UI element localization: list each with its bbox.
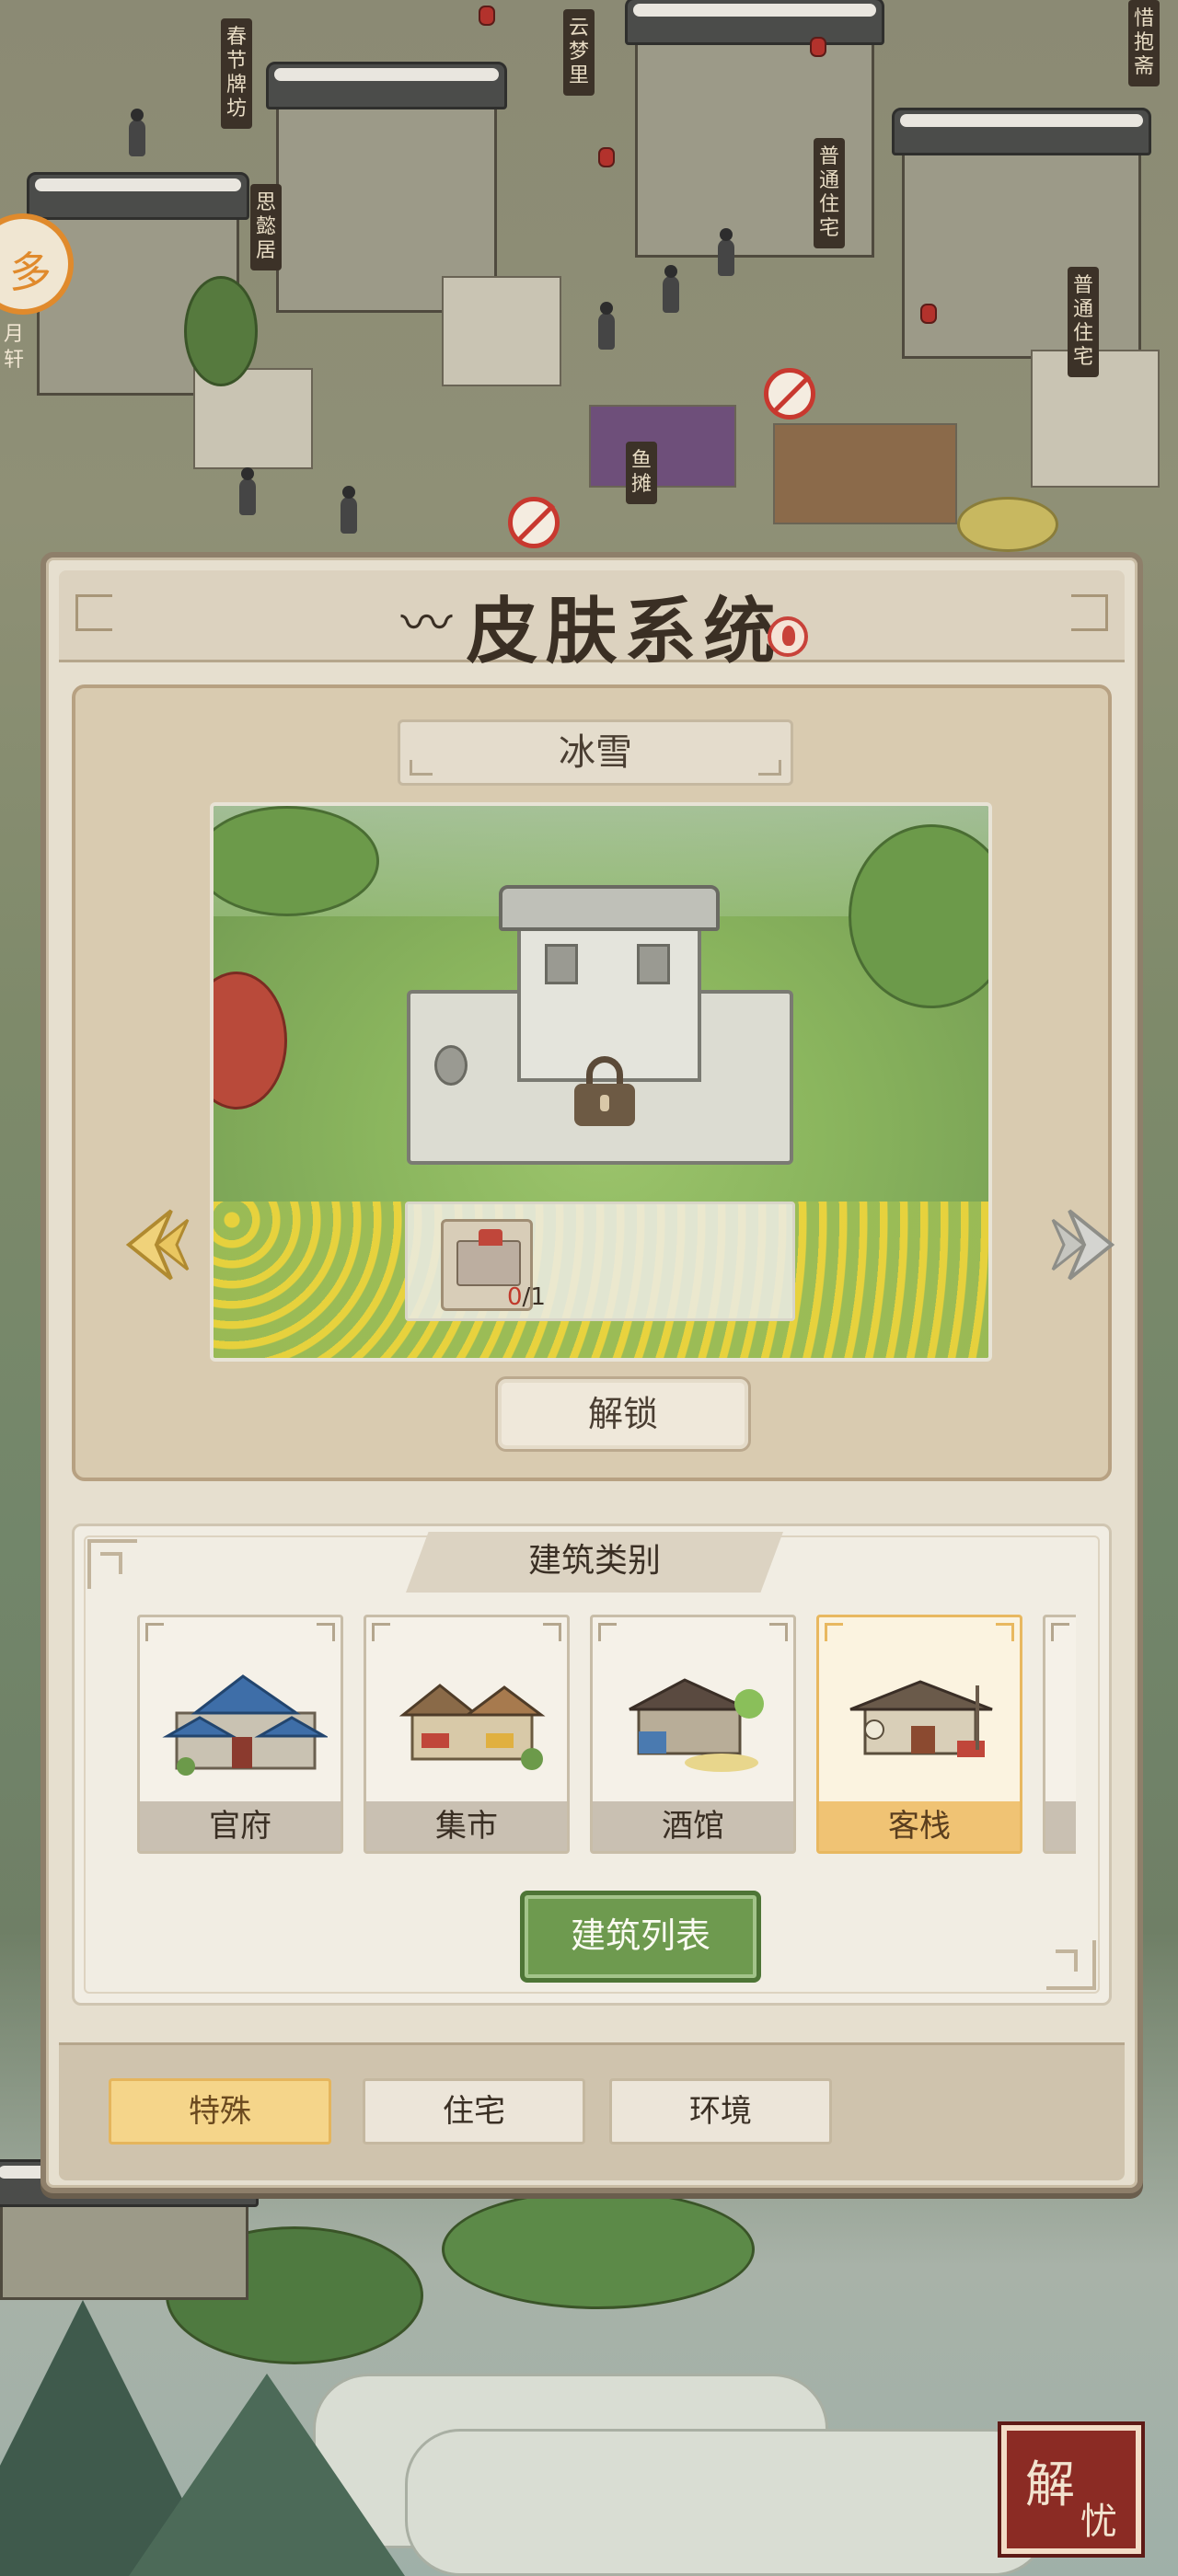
seal-char: 解	[1025, 2455, 1075, 2513]
villager[interactable]	[718, 228, 734, 276]
lantern-icon	[598, 147, 615, 167]
category-carousel[interactable]: 官府 集市 酒馆 客栈	[137, 1615, 1076, 1857]
no-entry-icon[interactable]	[508, 497, 560, 548]
side-event-label: 月轩	[3, 323, 24, 372]
villager[interactable]	[239, 467, 256, 515]
chevron-left-icon	[125, 1209, 190, 1281]
villager[interactable]	[129, 109, 145, 156]
map-building[interactable]	[0, 2159, 259, 2300]
map-tree	[442, 2190, 755, 2309]
category-label: 官府	[140, 1801, 341, 1851]
market-icon	[398, 1684, 546, 1770]
inn-icon	[849, 1680, 993, 1757]
villager[interactable]	[598, 302, 615, 350]
chevron-right-icon	[1051, 1209, 1115, 1281]
map-tree	[957, 497, 1058, 552]
map-cloud	[405, 2429, 1049, 2576]
category-label: 客栈	[819, 1801, 1020, 1851]
category-header: 建筑类别	[406, 1532, 783, 1593]
swirl-ornament-icon: 〰	[400, 594, 453, 654]
red-seal-icon	[768, 616, 808, 657]
next-skin-button[interactable]	[1051, 1203, 1125, 1286]
category-card-more[interactable]	[1043, 1615, 1076, 1854]
market-stall[interactable]	[773, 423, 957, 524]
fret-ornament-icon	[87, 1539, 137, 1589]
map-wall	[442, 276, 561, 386]
prev-skin-button[interactable]	[116, 1203, 190, 1286]
fret-ornament-icon	[1046, 1940, 1096, 1990]
category-label-partial	[1045, 1801, 1076, 1851]
skin-system-modal: 〰 皮肤系统 冰雪 0/1 解锁 建筑类别 官府 集市 酒馆 客栈 建筑列表 特…	[40, 552, 1143, 2193]
tab-environment[interactable]: 环境	[609, 2078, 832, 2145]
map-sign[interactable]: 春节牌坊	[221, 18, 252, 129]
skin-name: 冰雪	[398, 719, 793, 786]
preview-tree	[214, 972, 287, 1110]
skin-preview-image: 0/1	[210, 802, 992, 1362]
category-card-jiuguan[interactable]: 酒馆	[590, 1615, 796, 1854]
map-sign[interactable]: 普通住宅	[1068, 267, 1099, 377]
tab-special[interactable]: 特殊	[109, 2078, 331, 2145]
building-list-button[interactable]: 建筑列表	[520, 1891, 761, 1983]
tavern-icon	[629, 1678, 764, 1772]
unlock-requirement-box: 0/1	[405, 1202, 795, 1321]
villager[interactable]	[341, 486, 357, 534]
skin-preview-panel: 冰雪 0/1 解锁	[72, 684, 1115, 1481]
market-stall[interactable]	[589, 405, 736, 488]
government-office-icon	[162, 1674, 328, 1776]
no-entry-icon[interactable]	[764, 368, 815, 420]
map-sign[interactable]: 思懿居	[250, 184, 282, 270]
title-wrap: 〰 皮肤系统	[59, 574, 1125, 677]
category-card-kezhan[interactable]: 客栈	[816, 1615, 1022, 1854]
map-sign[interactable]: 惜抱斋	[1128, 0, 1160, 86]
category-label: 酒馆	[593, 1801, 793, 1851]
building-category-panel: 建筑类别 官府 集市 酒馆 客栈 建筑列表	[72, 1524, 1112, 2006]
map-sign[interactable]: 普通住宅	[814, 138, 845, 248]
lock-icon	[574, 1056, 635, 1126]
lantern-icon	[920, 304, 937, 324]
map-sign[interactable]: 鱼摊	[626, 442, 657, 504]
requirement-count: 0/1	[507, 1283, 546, 1311]
category-card-guanfu[interactable]: 官府	[137, 1615, 343, 1854]
map-mountain	[129, 2374, 405, 2576]
map-sign[interactable]: 云梦里	[563, 9, 595, 96]
lantern-icon	[479, 6, 495, 26]
inn-snow-skin-building	[407, 885, 793, 1174]
event-icon: 多	[9, 247, 52, 297]
map-building[interactable]	[892, 108, 1151, 359]
category-label: 集市	[366, 1801, 567, 1851]
map-tree	[184, 276, 258, 386]
category-card-jishi[interactable]: 集市	[364, 1615, 570, 1854]
jieyou-button[interactable]: 解 忧	[1001, 2425, 1141, 2554]
modal-title: 皮肤系统	[466, 590, 783, 673]
tab-residence[interactable]: 住宅	[363, 2078, 585, 2145]
seal-char: 忧	[1080, 2501, 1117, 2543]
lantern-icon	[810, 37, 826, 57]
skin-type-tab-bar: 特殊 住宅 环境	[59, 2042, 1125, 2180]
modal-title-bar: 〰 皮肤系统	[59, 570, 1125, 673]
unlock-button[interactable]: 解锁	[495, 1376, 751, 1452]
villager[interactable]	[663, 265, 679, 313]
